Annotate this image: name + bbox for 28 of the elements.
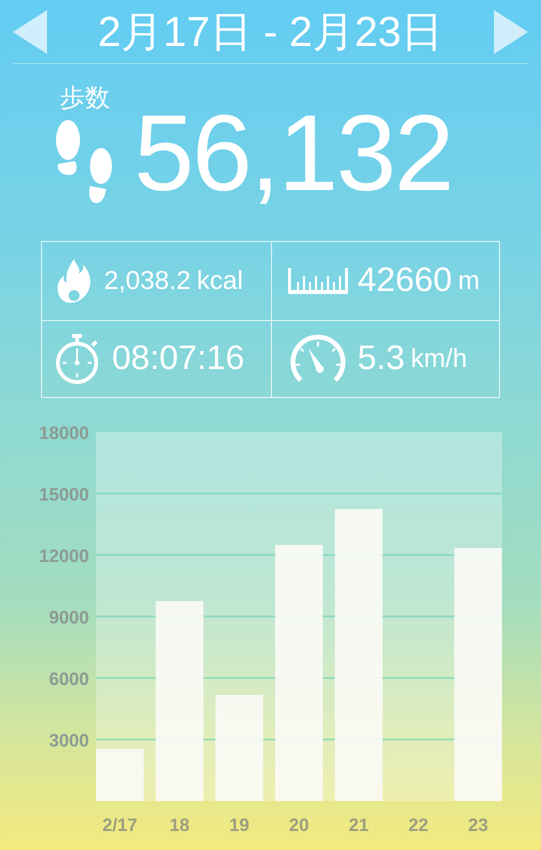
bar	[96, 748, 144, 801]
stat-unit: kcal	[196, 265, 243, 296]
axis-label: 12000	[38, 546, 89, 566]
steps-label: 歩数	[60, 83, 110, 114]
axis-label: 3000	[48, 730, 89, 750]
axis-label: 23	[468, 815, 488, 835]
stat-value: 2,038.2	[104, 265, 191, 296]
axis-label: 20	[288, 815, 310, 835]
stat-unit: m	[458, 265, 480, 296]
axis-label: 9000	[48, 608, 89, 628]
axis-label: 15000	[38, 484, 89, 504]
step-count: 56,132	[134, 98, 452, 206]
axis-label: 21	[348, 815, 369, 835]
stat-unit: km/h	[410, 343, 468, 374]
axis-label: 18	[170, 815, 190, 835]
stat-value: 08:07:16	[112, 339, 244, 378]
stat-value: 42660	[358, 261, 452, 300]
axis-label: 19	[229, 815, 250, 835]
previous-button[interactable]	[12, 8, 48, 54]
date-range-title: 2月17日 - 2月23日	[98, 6, 444, 56]
ruler-icon	[288, 268, 348, 294]
axis-label: 22	[408, 815, 428, 835]
next-button[interactable]	[492, 8, 529, 54]
axis-label: 6000	[48, 669, 89, 689]
speedometer-icon	[288, 334, 348, 384]
stat-value: 5.3	[358, 339, 405, 378]
axis-label: 2/17	[102, 815, 138, 835]
axis-label: 18000	[38, 423, 89, 443]
